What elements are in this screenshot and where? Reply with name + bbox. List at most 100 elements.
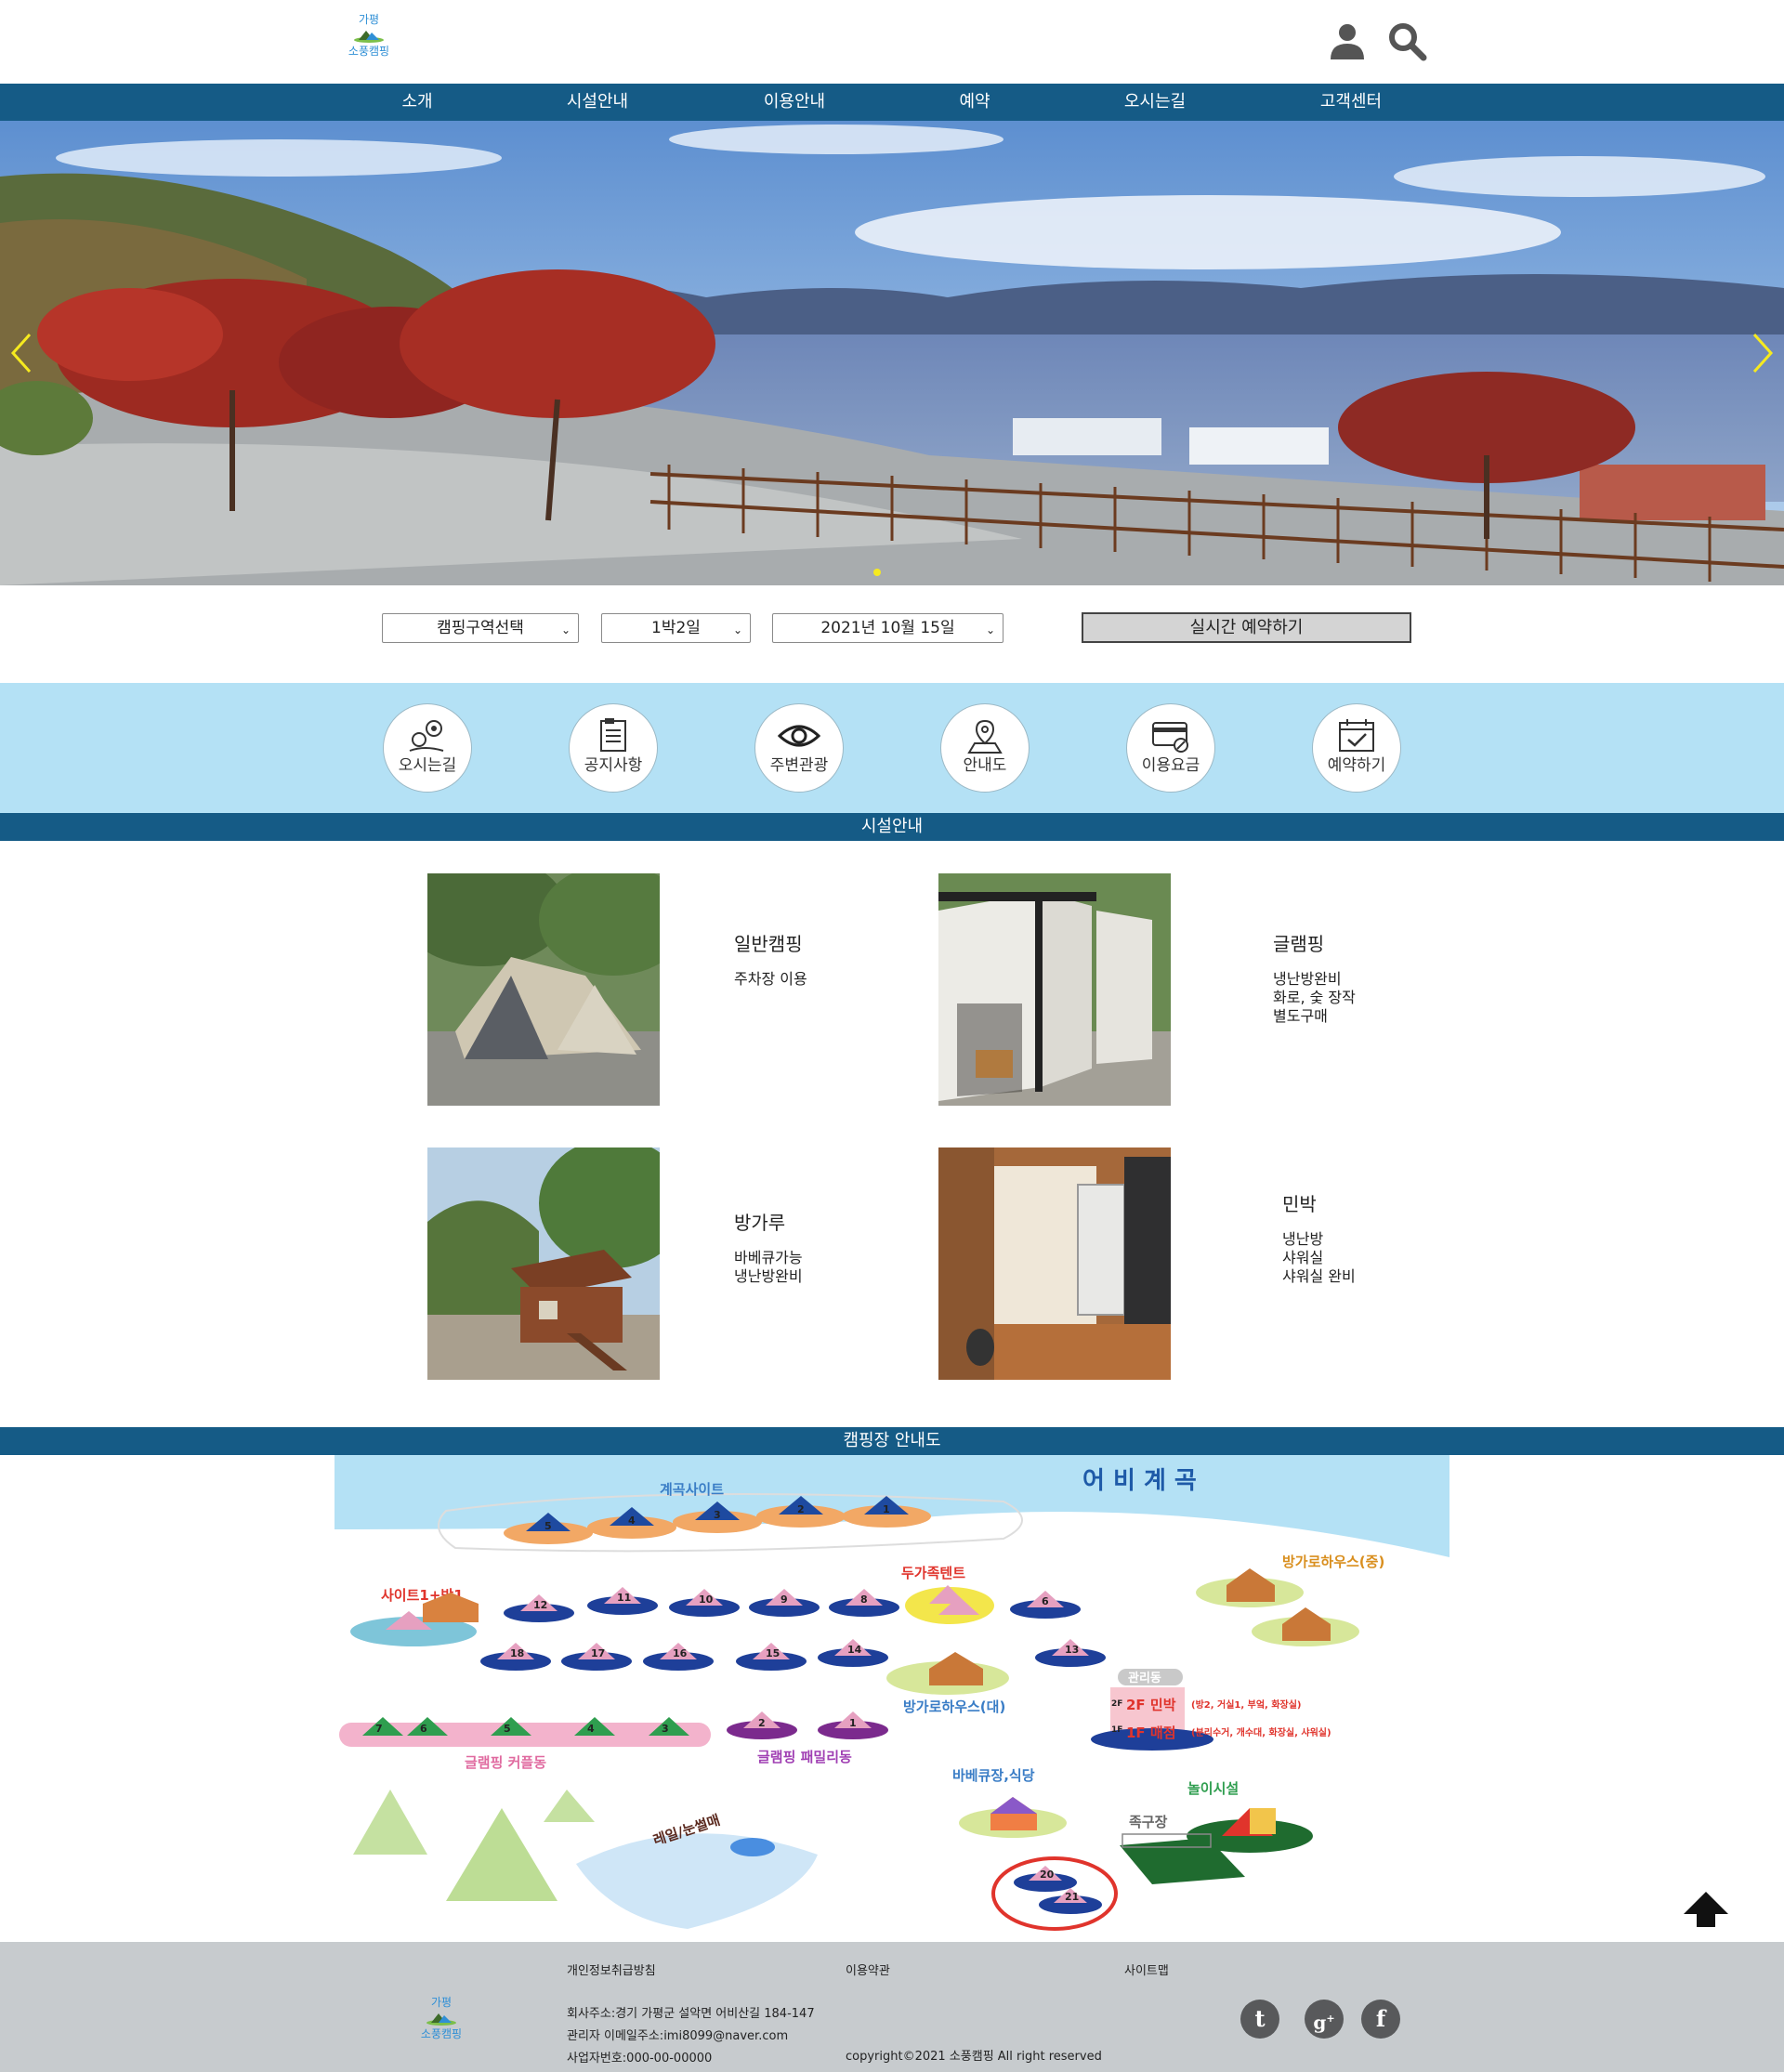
calendar-check-icon	[1339, 719, 1374, 752]
footer-logo[interactable]: 가평 소풍캠핑	[409, 1996, 474, 2040]
facility-desc: 바베큐가능 냉난방완비	[734, 1249, 803, 1286]
nav-item-usage[interactable]: 이용안내	[720, 84, 869, 121]
svg-text:14: 14	[847, 1644, 862, 1656]
map-label-foot-volleyball: 족구장	[1129, 1814, 1168, 1830]
facebook-icon[interactable]: f	[1361, 2000, 1400, 2039]
map-label-bungalow-large: 방가로하우스(대)	[903, 1698, 1005, 1715]
facility-title: 방가루	[734, 1212, 786, 1234]
svg-text:2: 2	[797, 1503, 805, 1515]
svg-text:4: 4	[628, 1515, 636, 1527]
quick-item-notice[interactable]: 공지사항	[569, 703, 658, 793]
facility-desc-line: 냉난방완비	[1273, 970, 1342, 988]
map-label-floor-1f: 1F	[1111, 1725, 1122, 1735]
map-label-glamping-family: 글램핑 패밀리동	[757, 1749, 852, 1765]
svg-text:13: 13	[1065, 1644, 1079, 1656]
logo-top-text: 가평	[358, 13, 380, 26]
photo-bungalow[interactable]	[427, 1147, 660, 1380]
footer-logo-bottom: 소풍캠핑	[420, 2027, 463, 2040]
quick-item-fees[interactable]: 이용요금	[1126, 703, 1215, 793]
svg-text:8: 8	[860, 1593, 868, 1606]
quick-item-tourism[interactable]: 주변관광	[754, 703, 844, 793]
map-label-bungalow-mid: 방가로하우스(중)	[1282, 1554, 1384, 1570]
tumblr-icon[interactable]: t	[1240, 2000, 1279, 2039]
footer-biz-number: 사업자번호:000-00-00000	[567, 2052, 713, 2065]
map-label-valley-site: 계곡사이트	[660, 1481, 724, 1498]
quick-item-reserve[interactable]: 예약하기	[1312, 703, 1401, 793]
photo-minbak[interactable]	[938, 1147, 1171, 1380]
facility-desc-line: 냉난방완비	[734, 1267, 803, 1285]
svg-text:15: 15	[766, 1647, 780, 1659]
camping-area-select[interactable]: 캠핑구역선택 ⌄	[382, 613, 579, 643]
quick-item-label: 오시는길	[398, 756, 457, 775]
facility-desc: 냉난방완비 화로, 숯 장작 별도구매	[1273, 970, 1356, 1026]
svg-text:1: 1	[883, 1503, 890, 1515]
photo-glamping[interactable]	[938, 873, 1171, 1106]
svg-text:3: 3	[714, 1509, 721, 1521]
search-icon[interactable]	[1386, 20, 1427, 61]
map-label-bbq: 바베큐장,식당	[952, 1767, 1035, 1784]
section-title-facilities: 시설안내	[0, 813, 1784, 841]
chevron-right-icon[interactable]	[1743, 325, 1780, 381]
map-label-office: 관리동	[1128, 1671, 1161, 1685]
svg-text:6: 6	[420, 1723, 427, 1735]
logo-bottom-text: 소풍캠핑	[348, 45, 390, 58]
map-label-two-family: 두가족텐트	[901, 1565, 965, 1581]
facility-desc-line: 샤워실	[1282, 1249, 1324, 1266]
svg-text:11: 11	[617, 1592, 631, 1604]
map-label-office-2f: 2F 민박	[1126, 1697, 1176, 1713]
quick-item-directions[interactable]: 오시는길	[383, 703, 472, 793]
payment-card-icon	[1152, 722, 1188, 753]
facility-desc-line: 별도구매	[1273, 1007, 1328, 1025]
facility-desc-line: 바베큐가능	[734, 1249, 803, 1266]
site-footer: 개인정보취급방침 이용약관 사이트맵 가평 소풍캠핑 회사주소:경기 가평군 설…	[0, 1942, 1784, 2072]
site-header: 가평 소풍캠핑	[0, 0, 1784, 84]
site-logo[interactable]: 가평 소풍캠핑	[336, 13, 401, 69]
quick-item-label: 예약하기	[1327, 756, 1386, 775]
realtime-reserve-button[interactable]: 실시간 예약하기	[1082, 612, 1411, 643]
date-value: 2021년 10월 15일	[820, 619, 955, 637]
google-plus-icon[interactable]: g+	[1305, 2000, 1344, 2039]
svg-text:9: 9	[780, 1593, 788, 1606]
slider-dot[interactable]	[873, 569, 881, 576]
svg-text:1: 1	[849, 1717, 857, 1729]
scroll-top-arrow-icon[interactable]	[1682, 1890, 1730, 1929]
stay-length-select[interactable]: 1박2일 ⌄	[601, 613, 751, 643]
hero-slider	[0, 121, 1784, 585]
nav-item-intro[interactable]: 소개	[343, 84, 492, 121]
chevron-down-icon: ⌄	[560, 623, 571, 636]
nav-item-reservation[interactable]: 예약	[900, 84, 1049, 121]
photo-general-camping[interactable]	[427, 873, 660, 1106]
quick-item-label: 주변관광	[769, 756, 829, 775]
svg-text:2: 2	[758, 1717, 766, 1729]
footer-logo-top: 가평	[430, 1996, 453, 2009]
footer-link-terms[interactable]: 이용약관	[846, 1961, 890, 1978]
svg-text:18: 18	[510, 1647, 524, 1659]
footer-copyright: copyright©2021 소풍캠핑 All right reserved	[846, 2050, 1102, 2064]
svg-text:12: 12	[533, 1599, 547, 1611]
quick-item-guide-map[interactable]: 안내도	[940, 703, 1030, 793]
footer-link-privacy[interactable]: 개인정보취급방침	[567, 1961, 656, 1978]
user-icon[interactable]	[1327, 20, 1368, 61]
nav-item-facilities[interactable]: 시설안내	[523, 84, 672, 121]
svg-text:21: 21	[1065, 1891, 1079, 1903]
stay-length-value: 1박2일	[651, 619, 701, 637]
quick-item-label: 안내도	[963, 756, 1007, 775]
svg-text:6: 6	[1042, 1595, 1049, 1607]
main-nav: 소개 시설안내 이용안내 예약 오시는길 고객센터	[0, 84, 1784, 121]
svg-text:5: 5	[504, 1723, 511, 1735]
chevron-left-icon[interactable]	[4, 325, 41, 381]
facility-desc-line: 샤워실 완비	[1282, 1267, 1356, 1285]
map-label-office-2f-note: (방2, 거실1, 부엌, 화장실)	[1191, 1698, 1302, 1711]
hero-landscape-image	[0, 121, 1784, 585]
quick-item-label: 공지사항	[584, 756, 643, 775]
nav-item-support[interactable]: 고객센터	[1277, 84, 1425, 121]
date-select[interactable]: 2021년 10월 15일 ⌄	[772, 613, 1004, 643]
svg-text:7: 7	[375, 1723, 383, 1735]
notice-document-icon	[600, 718, 626, 752]
facility-title: 일반캠핑	[734, 933, 803, 955]
facility-desc-line: 냉난방	[1282, 1230, 1324, 1248]
footer-link-sitemap[interactable]: 사이트맵	[1124, 1961, 1169, 1978]
nav-item-directions[interactable]: 오시는길	[1081, 84, 1229, 121]
svg-text:3: 3	[662, 1723, 669, 1735]
facility-title: 글램핑	[1273, 933, 1325, 955]
